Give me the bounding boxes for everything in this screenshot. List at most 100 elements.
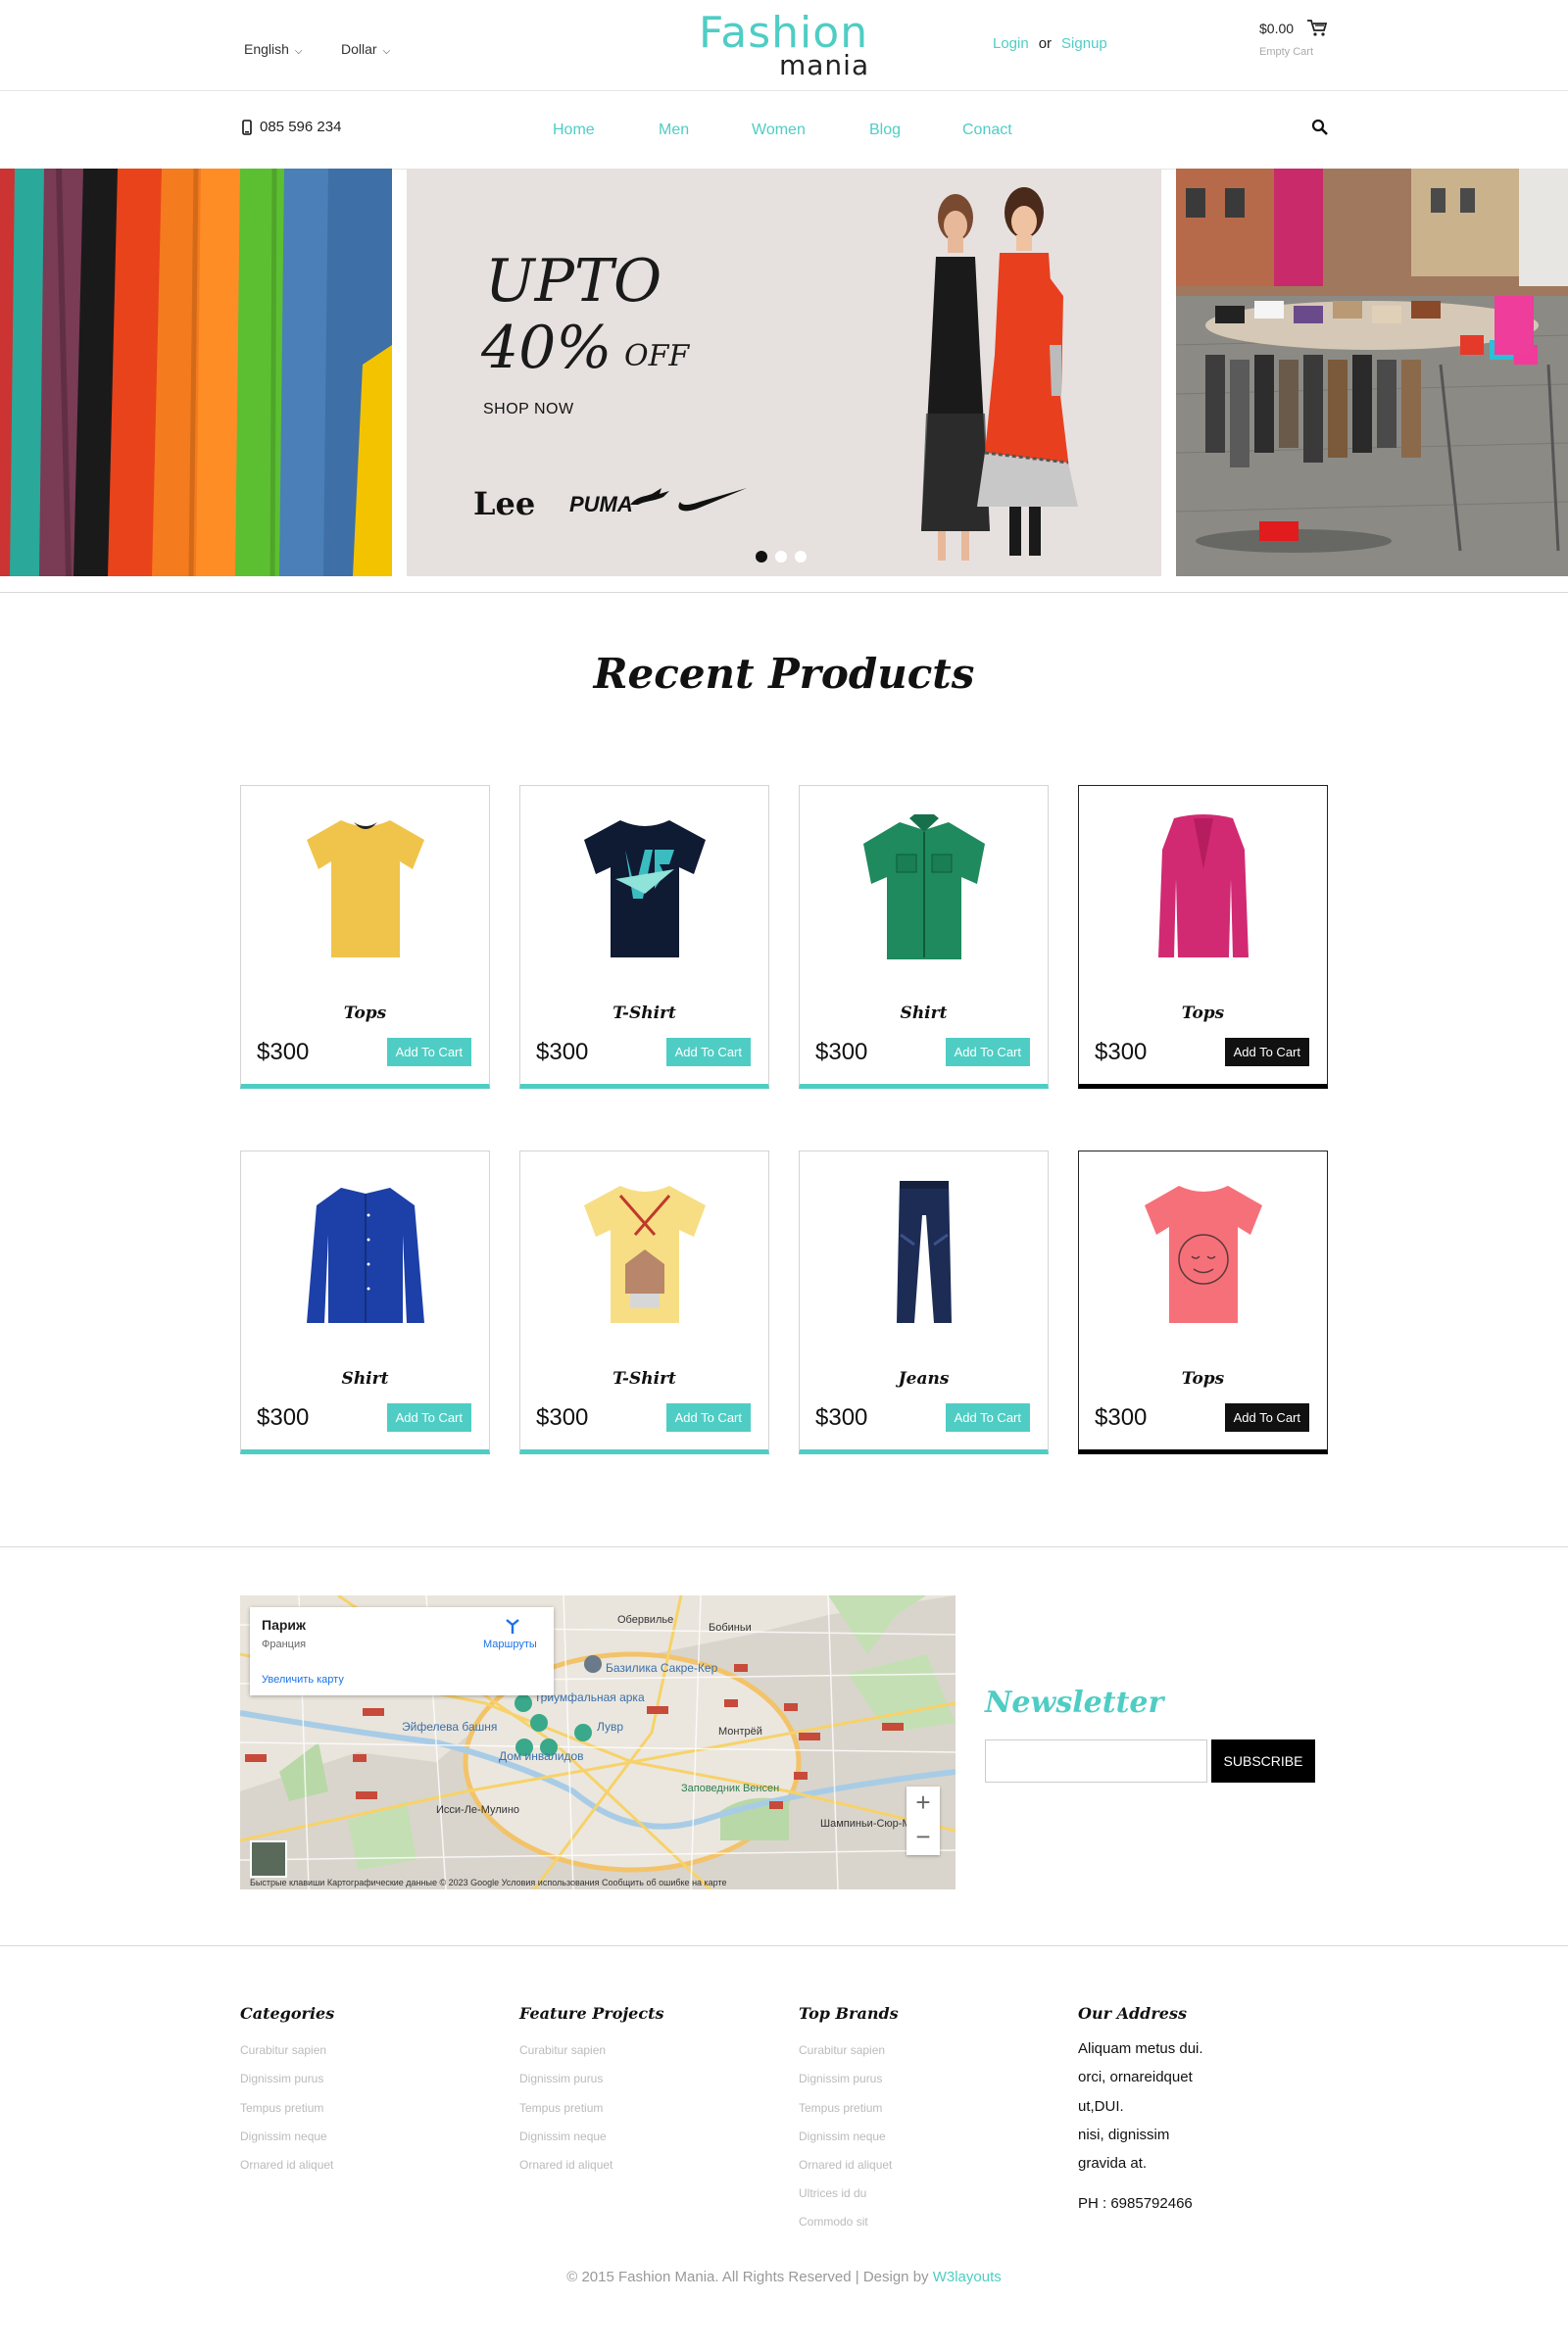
footer-link[interactable]: Curabitur sapien [519, 2043, 606, 2057]
copyright-text: © 2015 Fashion Mania. All Rights Reserve… [566, 2269, 929, 2285]
nav-men[interactable]: Men [659, 122, 689, 139]
models-image [921, 187, 1078, 561]
product-name: Tops [1181, 1369, 1225, 1389]
copyright: © 2015 Fashion Mania. All Rights Reserve… [0, 2269, 1568, 2285]
map-embed[interactable]: Базилика Сакре-Кер Триумфальная арка Эйф… [240, 1595, 956, 1889]
footer-link[interactable]: Ornared id aliquet [240, 2158, 333, 2172]
currency-select[interactable]: Dollar ⌵ [341, 41, 390, 57]
promo-off: OFF [624, 339, 690, 373]
phone-icon [242, 119, 252, 135]
product-price: $300 [257, 1039, 310, 1065]
address-line: ut,DUI. [1078, 2098, 1124, 2115]
cart-amount[interactable]: $0.00 [1259, 21, 1294, 36]
footer-link[interactable]: Commodo sit [799, 2215, 868, 2229]
map-label: Лувр [597, 1720, 623, 1734]
banner-right-image[interactable] [1176, 169, 1568, 576]
nav-home[interactable]: Home [553, 122, 595, 139]
product-name: T-Shirt [612, 1369, 676, 1389]
product-price: $300 [815, 1404, 868, 1431]
map-label: Бобиньи [709, 1622, 752, 1634]
footer-link[interactable]: Ornared id aliquet [519, 2158, 612, 2172]
nike-swoosh-icon [678, 488, 747, 512]
add-to-cart-button[interactable]: Add To Cart [386, 1403, 471, 1432]
add-to-cart-button[interactable]: Add To Cart [665, 1038, 751, 1066]
brand-puma: PUMA [569, 492, 633, 516]
map-label: Базилика Сакре-Кер [606, 1661, 718, 1675]
slider-dot-2[interactable] [775, 551, 787, 563]
zoom-out-button[interactable]: − [906, 1821, 940, 1855]
login-link[interactable]: Login [993, 35, 1029, 52]
nav-bar: 085 596 234 Home Men Women Blog Conact [0, 91, 1568, 170]
language-select[interactable]: English ⌵ [244, 41, 303, 57]
footer-link[interactable]: Curabitur sapien [240, 2043, 326, 2057]
footer-link[interactable]: Curabitur sapien [799, 2043, 885, 2057]
footer-link[interactable]: Dignissim neque [519, 2130, 607, 2143]
product-card[interactable]: T-Shirt $300 Add To Cart [519, 785, 769, 1089]
slider-dot-1[interactable] [756, 551, 767, 563]
footer-link[interactable]: Ultrices id du [799, 2186, 866, 2200]
address-line: gravida at. [1078, 2155, 1148, 2172]
footer-link[interactable]: Dignissim purus [799, 2072, 882, 2085]
search-icon[interactable] [1311, 119, 1329, 136]
product-card[interactable]: Tops $300 Add To Cart [1078, 785, 1328, 1089]
add-to-cart-button[interactable]: Add To Cart [945, 1038, 1030, 1066]
subscribe-button[interactable]: SUBSCRIBE [1211, 1739, 1315, 1783]
cart-status: Empty Cart [1259, 46, 1314, 58]
map-label: Эйфелева башня [402, 1720, 497, 1734]
nav-women[interactable]: Women [752, 122, 806, 139]
product-card[interactable]: Tops $300 Add To Cart [1078, 1151, 1328, 1454]
product-price: $300 [1095, 1404, 1148, 1431]
recent-products-title: Recent Products [593, 650, 975, 698]
footer-link[interactable]: Dignissim neque [240, 2130, 327, 2143]
map-label: Заповедник Венсен [681, 1783, 779, 1794]
newsletter-email-input[interactable] [985, 1739, 1207, 1783]
logo-mania[interactable]: mania [779, 49, 869, 81]
footer-link[interactable]: Dignissim purus [240, 2072, 323, 2085]
slider-dot-3[interactable] [795, 551, 807, 563]
footer-address-title: Our Address [1078, 2004, 1187, 2023]
banner-left-image[interactable] [0, 169, 392, 576]
nav-blog[interactable]: Blog [869, 122, 901, 139]
zoom-in-button[interactable]: + [906, 1787, 940, 1821]
puma-cat-icon [630, 488, 669, 505]
add-to-cart-button[interactable]: Add To Cart [386, 1038, 471, 1066]
map-info-panel: Париж Франция Увеличить карту Маршруты [250, 1607, 554, 1695]
promo-banner[interactable]: UPTO 40% OFF SHOP NOW Lee PUMA [407, 169, 1161, 576]
add-to-cart-button[interactable]: Add To Cart [945, 1403, 1030, 1432]
promo-upto: UPTO [485, 247, 662, 316]
product-image [307, 1188, 424, 1323]
routes-link[interactable]: Маршруты [483, 1639, 537, 1650]
add-to-cart-button[interactable]: Add To Cart [665, 1403, 751, 1432]
product-card[interactable]: Shirt $300 Add To Cart [240, 1151, 490, 1454]
shop-now-link[interactable]: SHOP NOW [483, 401, 574, 418]
nav-contact[interactable]: Conact [962, 122, 1012, 139]
satellite-toggle[interactable] [250, 1840, 287, 1878]
product-image [584, 1186, 706, 1323]
promo-percent: 40% [481, 314, 612, 382]
footer-projects-title: Feature Projects [519, 2004, 664, 2023]
footer-link[interactable]: Tempus pretium [799, 2101, 882, 2115]
enlarge-map-link[interactable]: Увеличить карту [262, 1674, 344, 1686]
footer-link[interactable]: Ornared id aliquet [799, 2158, 892, 2172]
address-line: nisi, dignissim [1078, 2127, 1170, 2143]
phone-text: 085 596 234 [260, 119, 342, 135]
signup-link[interactable]: Signup [1061, 35, 1107, 52]
map-place-name: Париж [262, 1617, 306, 1633]
footer-link[interactable]: Tempus pretium [519, 2101, 603, 2115]
directions-icon[interactable] [503, 1617, 522, 1635]
product-card[interactable]: Jeans $300 Add To Cart [799, 1151, 1049, 1454]
map-label: Дом инвалидов [499, 1749, 584, 1763]
footer-link[interactable]: Dignissim purus [519, 2072, 603, 2085]
language-label: English [244, 41, 289, 57]
product-card[interactable]: Shirt $300 Add To Cart [799, 785, 1049, 1089]
cart-icon[interactable] [1306, 18, 1328, 37]
product-card[interactable]: Tops $300 Add To Cart [240, 785, 490, 1089]
designer-link[interactable]: W3layouts [933, 2269, 1002, 2285]
product-card[interactable]: T-Shirt $300 Add To Cart [519, 1151, 769, 1454]
add-to-cart-button[interactable]: Add To Cart [1224, 1403, 1309, 1432]
map-attribution: Быстрые клавиши Картографические данные … [250, 1878, 727, 1887]
product-name: Jeans [898, 1369, 950, 1389]
add-to-cart-button[interactable]: Add To Cart [1224, 1038, 1309, 1066]
footer-link[interactable]: Tempus pretium [240, 2101, 323, 2115]
footer-link[interactable]: Dignissim neque [799, 2130, 886, 2143]
